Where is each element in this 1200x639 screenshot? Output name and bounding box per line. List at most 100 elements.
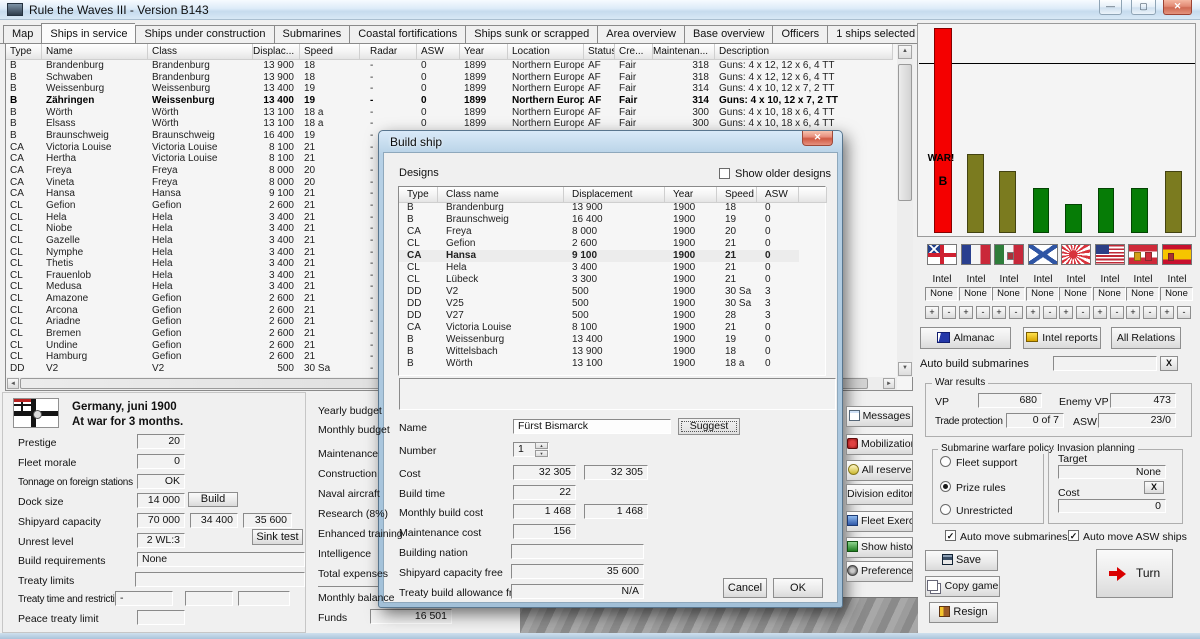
ship-row[interactable]: BBrandenburgBrandenburg13 90018-01899Nor… bbox=[6, 60, 893, 72]
preferences-button[interactable]: Preferences bbox=[846, 561, 913, 582]
tab-ships-under-construction[interactable]: Ships under construction bbox=[135, 25, 273, 44]
intel-level-britain[interactable]: None bbox=[925, 287, 958, 301]
scroll-down-button[interactable]: ▼ bbox=[898, 362, 912, 376]
suggest-button[interactable]: Suggest bbox=[678, 418, 740, 435]
all-reserve-button[interactable]: All reserve bbox=[846, 460, 913, 481]
intel-level-united-states[interactable]: None bbox=[1093, 287, 1126, 301]
tab-1-ships-selected[interactable]: 1 ships selected bbox=[827, 25, 924, 44]
close-button[interactable]: ✕ bbox=[1163, 0, 1192, 15]
all-relations-button[interactable]: All Relations bbox=[1111, 327, 1181, 349]
ship-column-location[interactable]: Location bbox=[508, 44, 584, 60]
tab-base-overview[interactable]: Base overview bbox=[684, 25, 773, 44]
design-row[interactable]: BBraunschweig16 4001900190 bbox=[399, 214, 799, 226]
ship-row[interactable]: BWeissenburgWeissenburg13 40019-01899Nor… bbox=[6, 83, 893, 95]
relation-minus-france[interactable]: - bbox=[976, 306, 990, 319]
design-row[interactable]: BWörth13 100190018 a0 bbox=[399, 358, 799, 370]
ship-row[interactable]: BZähringenWeissenburg13 40019-01899North… bbox=[6, 95, 893, 107]
auto-build-clear-button[interactable]: X bbox=[1160, 356, 1178, 371]
relation-minus-britain[interactable]: - bbox=[942, 306, 956, 319]
design-row[interactable]: DDV275001900283 bbox=[399, 310, 799, 322]
relation-minus-italy[interactable]: - bbox=[1009, 306, 1023, 319]
division-editor-button[interactable]: Division editor bbox=[846, 484, 913, 505]
invasion-target-value[interactable]: None bbox=[1058, 465, 1166, 479]
design-row[interactable]: CAFreya8 0001900200 bbox=[399, 226, 799, 238]
ship-column-name[interactable]: Name bbox=[42, 44, 148, 60]
mobilization-button[interactable]: Mobilization bbox=[846, 434, 913, 455]
relation-minus-united-states[interactable]: - bbox=[1110, 306, 1124, 319]
relation-minus-russia[interactable]: - bbox=[1043, 306, 1057, 319]
intel-level-russia[interactable]: None bbox=[1026, 287, 1059, 301]
almanac-button[interactable]: Almanac bbox=[920, 327, 1011, 349]
ship-column-class[interactable]: Class bbox=[148, 44, 253, 60]
ship-column-displac[interactable]: Displac... bbox=[253, 44, 300, 60]
intel-reports-button[interactable]: Intel reports bbox=[1023, 327, 1101, 349]
tab-officers[interactable]: Officers bbox=[772, 25, 827, 44]
ship-name-input[interactable]: Fürst Bismarck bbox=[513, 419, 671, 434]
relation-minus-spain[interactable]: - bbox=[1177, 306, 1191, 319]
tab-submarines[interactable]: Submarines bbox=[274, 25, 350, 44]
design-row[interactable]: CAVictoria Louise8 1001900210 bbox=[399, 322, 799, 334]
invasion-clear-button[interactable]: X bbox=[1144, 481, 1164, 494]
ok-button[interactable]: OK bbox=[773, 578, 823, 598]
design-row[interactable]: CLLübeck3 3001900210 bbox=[399, 274, 799, 286]
ship-row[interactable]: BSchwabenBrandenburg13 90018-01899Northe… bbox=[6, 72, 893, 84]
relation-plus-italy[interactable]: + bbox=[992, 306, 1006, 319]
tab-coastal-fortifications[interactable]: Coastal fortifications bbox=[349, 25, 465, 44]
save-button[interactable]: Save bbox=[925, 550, 998, 571]
relation-plus-austria-hungary[interactable]: + bbox=[1126, 306, 1140, 319]
design-column-speed[interactable]: Speed bbox=[717, 187, 757, 203]
vertical-scroll-thumb[interactable] bbox=[898, 64, 912, 201]
ship-column-description[interactable]: Description bbox=[715, 44, 893, 60]
ship-column-status[interactable]: Status bbox=[584, 44, 615, 60]
design-row[interactable]: CLGefion2 6001900210 bbox=[399, 238, 799, 250]
intel-level-japan[interactable]: None bbox=[1059, 287, 1092, 301]
show-older-designs-checkbox[interactable] bbox=[719, 168, 730, 179]
turn-button[interactable]: Turn bbox=[1096, 549, 1173, 598]
design-column-year[interactable]: Year bbox=[665, 187, 717, 203]
ship-column-asw[interactable]: ASW bbox=[417, 44, 460, 60]
ship-column-year[interactable]: Year bbox=[460, 44, 508, 60]
auto-build-submarines-field[interactable] bbox=[1053, 356, 1157, 371]
copy-game-button[interactable]: Copy game bbox=[925, 576, 1000, 597]
intel-level-austria-hungary[interactable]: None bbox=[1126, 287, 1159, 301]
build-button[interactable]: Build bbox=[188, 492, 238, 507]
ship-column-maintenan[interactable]: Maintenan... bbox=[653, 44, 715, 60]
design-column-class-name[interactable]: Class name bbox=[438, 187, 564, 203]
ship-column-type[interactable]: Type bbox=[6, 44, 42, 60]
tab-area-overview[interactable]: Area overview bbox=[597, 25, 684, 44]
design-row[interactable]: DDV25500190030 Sa3 bbox=[399, 298, 799, 310]
ship-column-cre[interactable]: Cre... bbox=[615, 44, 653, 60]
ship-column-speed[interactable]: Speed bbox=[300, 44, 360, 60]
radio-fleet-support[interactable] bbox=[940, 456, 951, 467]
design-row[interactable]: BWeissenburg13 4001900190 bbox=[399, 334, 799, 346]
design-row[interactable]: BBrandenburg13 9001900180 bbox=[399, 202, 799, 214]
scroll-left-button[interactable]: ◄ bbox=[7, 378, 19, 389]
design-row[interactable]: DDV2500190030 Sa3 bbox=[399, 286, 799, 298]
design-column-displacement[interactable]: Displacement bbox=[564, 187, 665, 203]
dialog-close-button[interactable]: ✕ bbox=[802, 131, 833, 146]
design-row[interactable]: CLHela3 4001900210 bbox=[399, 262, 799, 274]
resign-button[interactable]: Resign bbox=[929, 602, 998, 623]
radio-prize-rules[interactable] bbox=[940, 481, 951, 492]
auto-move-asw-checkbox[interactable]: ✓ bbox=[1068, 530, 1079, 541]
vertical-scrollbar[interactable]: ▲ ▼ bbox=[897, 44, 913, 377]
show-history-button[interactable]: Show history bbox=[846, 537, 913, 558]
tab-map[interactable]: Map bbox=[3, 25, 41, 44]
intel-level-spain[interactable]: None bbox=[1160, 287, 1193, 301]
design-column-type[interactable]: Type bbox=[399, 187, 438, 203]
messages-button[interactable]: Messages bbox=[846, 406, 913, 427]
relation-plus-spain[interactable]: + bbox=[1160, 306, 1174, 319]
sink-test-button[interactable]: Sink test bbox=[252, 529, 303, 545]
intel-level-italy[interactable]: None bbox=[992, 287, 1025, 301]
tab-ships-sunk-or-scrapped[interactable]: Ships sunk or scrapped bbox=[465, 25, 597, 44]
maximize-button[interactable]: ▢ bbox=[1131, 0, 1156, 15]
radio-unrestricted[interactable] bbox=[940, 504, 951, 515]
ship-column-radar[interactable]: Radar bbox=[360, 44, 417, 60]
ship-row[interactable]: BElsassWörth13 10018 a-01899Northern Eur… bbox=[6, 118, 893, 130]
relation-plus-united-states[interactable]: + bbox=[1093, 306, 1107, 319]
relation-plus-britain[interactable]: + bbox=[925, 306, 939, 319]
fleet-exercise-button[interactable]: Fleet Exercise bbox=[846, 511, 913, 532]
relation-plus-russia[interactable]: + bbox=[1026, 306, 1040, 319]
scroll-right-button[interactable]: ► bbox=[883, 378, 895, 389]
design-row[interactable]: CAHansa9 1001900210 bbox=[399, 250, 799, 262]
